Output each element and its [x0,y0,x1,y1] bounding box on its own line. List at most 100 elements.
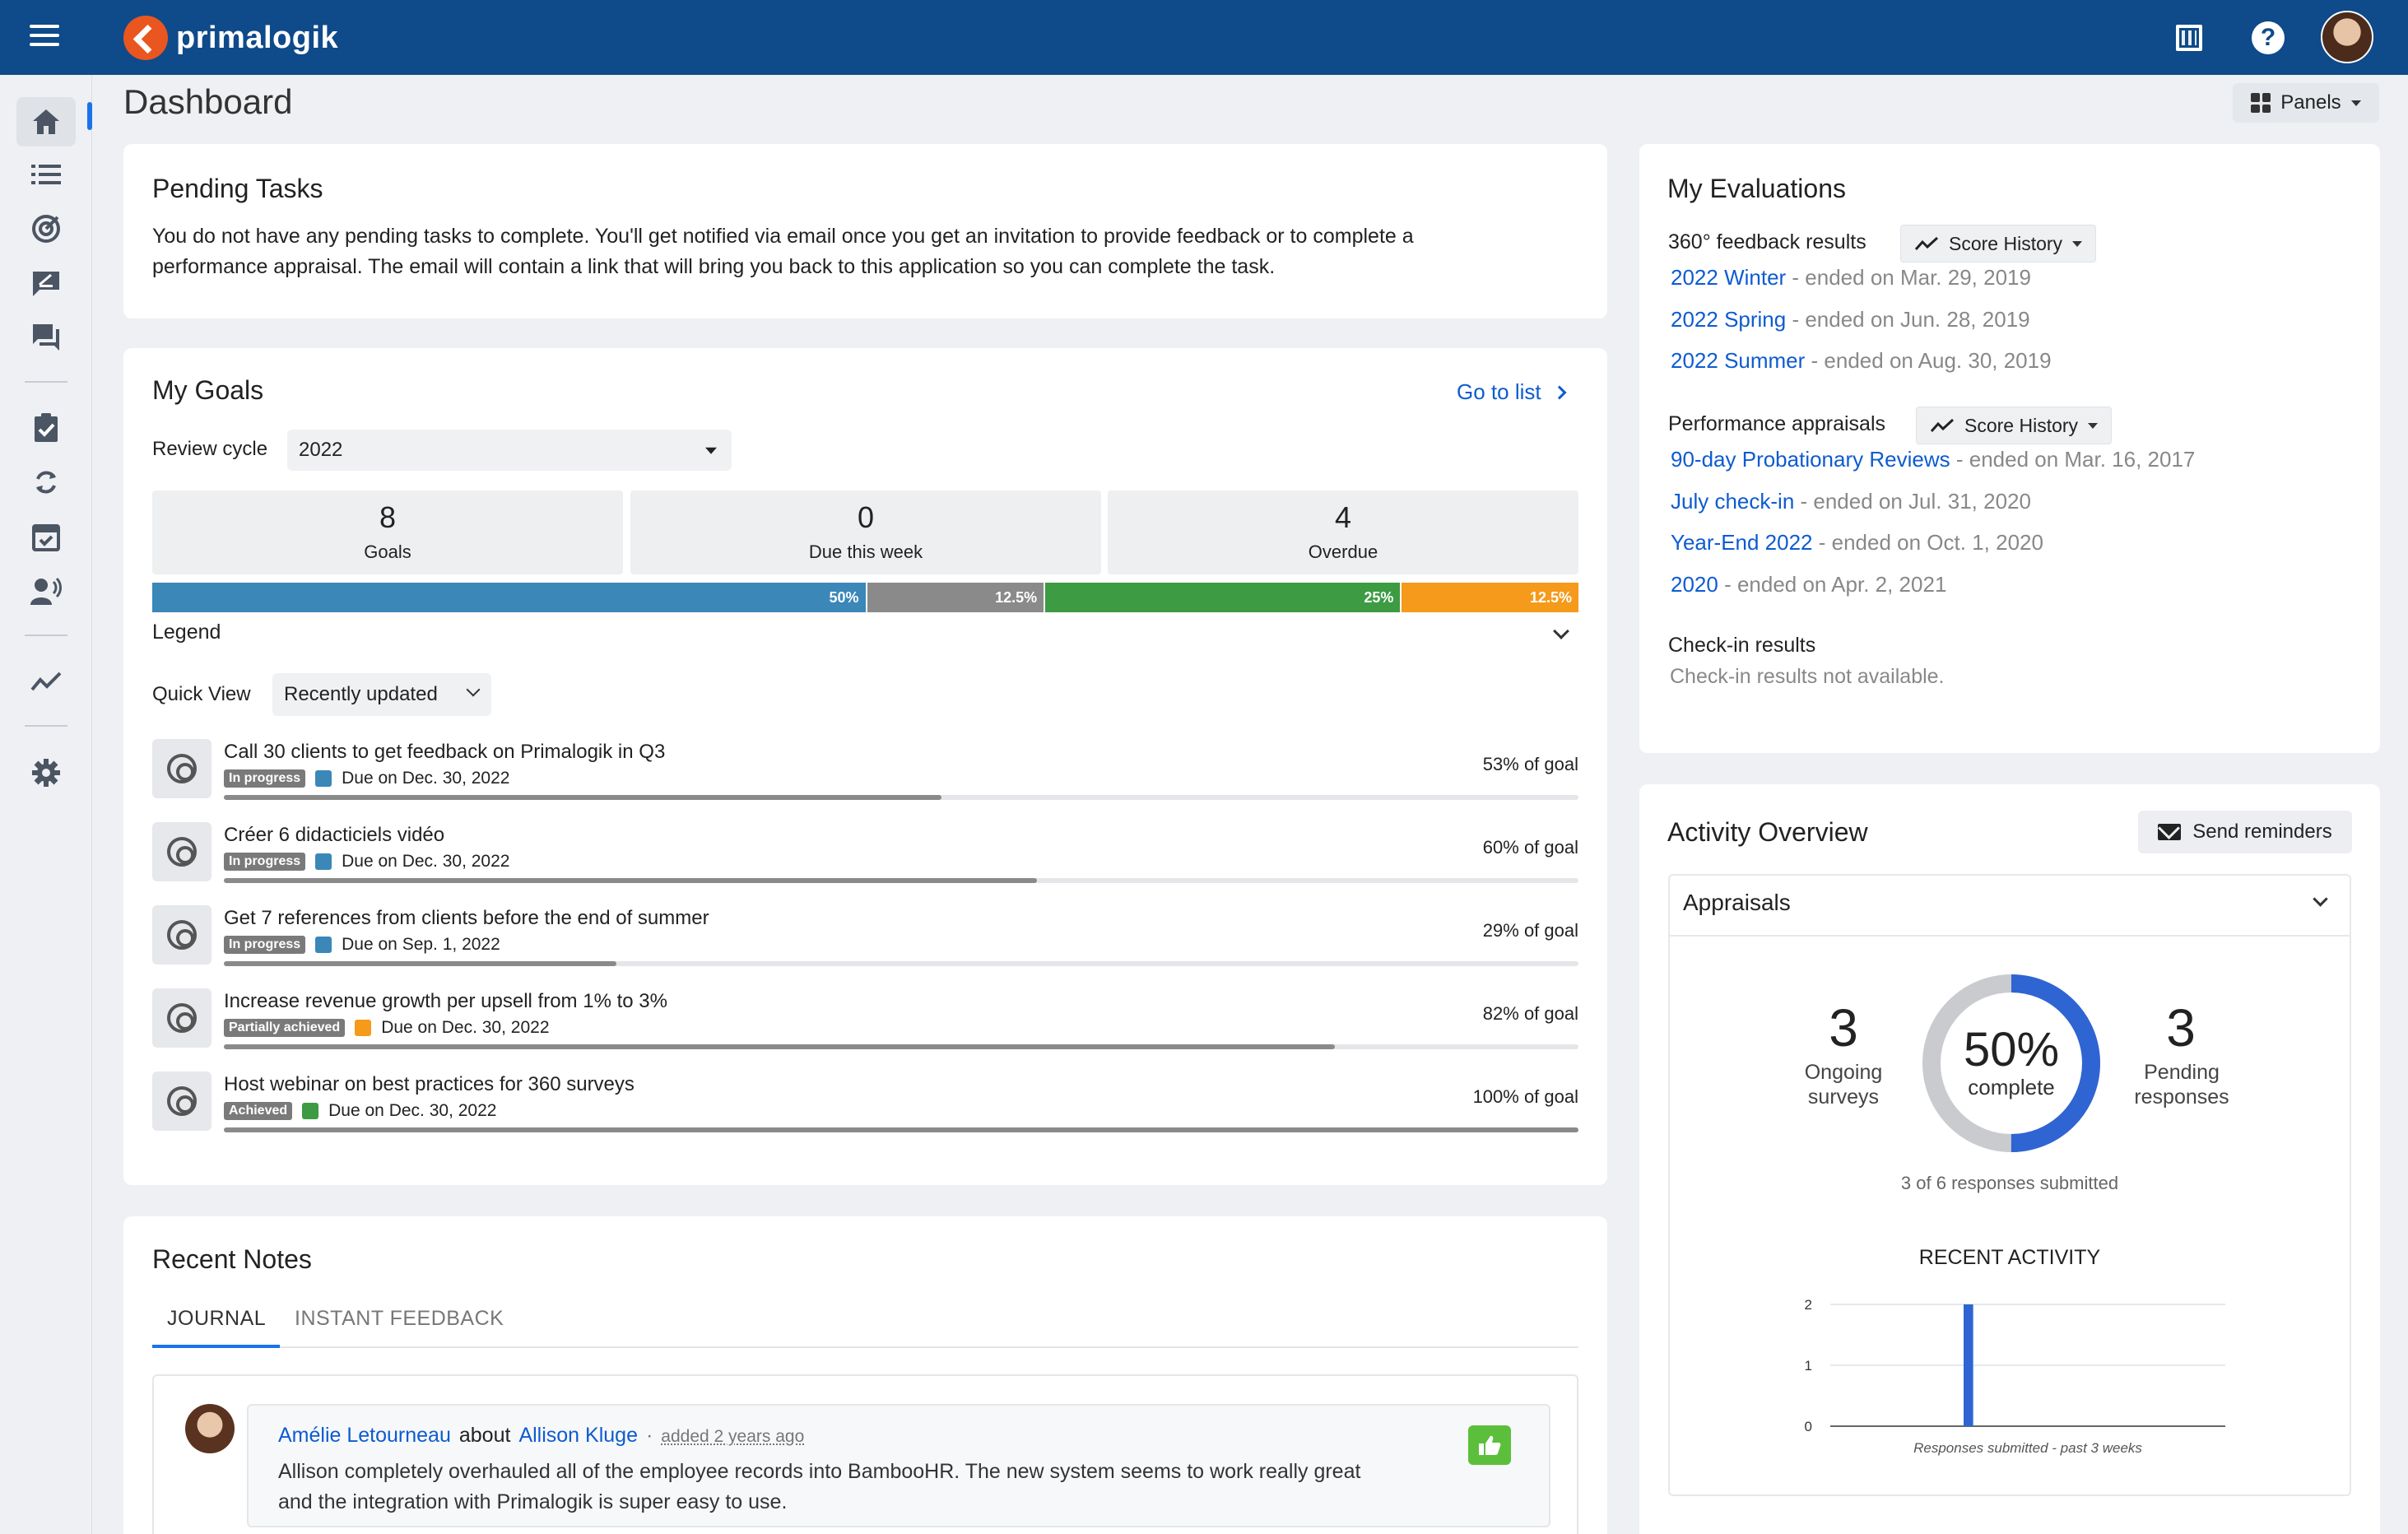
goal-row[interactable]: Increase revenue growth per upsell from … [152,988,1578,1051]
nav-feedback-icon[interactable] [16,258,76,308]
evaluation-item: 2020 - ended on Apr. 2, 2021 [1671,572,1946,597]
goal-progress-fill [224,878,1037,883]
pending-tasks-title: Pending Tasks [152,174,323,203]
nav-home-icon[interactable] [16,97,76,146]
review-cycle-value: 2022 [299,439,343,461]
stat-goals: 8 Goals [152,490,623,574]
envelope-icon [2158,824,2182,840]
nav-target-icon[interactable] [16,204,76,253]
review-cycle-select[interactable]: 2022 [287,430,732,471]
nav-gear-icon[interactable] [16,748,76,797]
evaluation-date: - ended on Mar. 29, 2019 [1786,265,2031,290]
chevron-right-icon [1552,385,1567,399]
goal-due-date: Due on Dec. 30, 2022 [381,1018,550,1037]
review-cycle-label: Review cycle [152,438,268,460]
status-color-swatch [355,1020,372,1036]
goal-row[interactable]: Host webinar on best practices for 360 s… [152,1071,1578,1134]
stat-label: Due this week [808,542,923,562]
note-text-line: Allison completely overhauled all of the… [278,1460,1361,1483]
tab-instant-feedback[interactable]: INSTANT FEEDBACK [295,1307,504,1331]
x-axis-label: Responses submitted - past 3 weeks [1913,1440,2142,1456]
page-title: Dashboard [123,82,293,121]
help-icon[interactable]: ? [2252,21,2285,54]
goal-progress-track [224,795,1578,800]
nav-speaker-icon[interactable] [16,566,76,616]
tab-journal[interactable]: JOURNAL [167,1307,266,1331]
nav-sync-icon[interactable] [16,458,76,507]
goal-title[interactable]: Call 30 clients to get feedback on Prima… [224,741,665,764]
goal-title[interactable]: Get 7 references from clients before the… [224,907,709,930]
thumbs-up-icon[interactable] [1468,1425,1511,1465]
nav-clipboard-check-icon[interactable] [16,403,76,453]
status-color-swatch [315,770,332,787]
stat-value: 0 [857,500,875,534]
y-tick-label: 2 [1805,1297,1812,1313]
evaluation-link[interactable]: 2022 Spring [1671,307,1786,332]
panels-button[interactable]: Panels [2233,83,2379,123]
evaluation-link[interactable]: 90-day Probationary Reviews [1671,447,1950,472]
nav-calendar-check-icon[interactable] [16,512,76,561]
quick-view-label: Quick View [152,683,251,705]
score-history-label: Score History [1964,414,2079,436]
brand-name: primalogik [176,20,339,55]
y-tick-label: 1 [1805,1358,1812,1374]
side-nav [0,75,92,1534]
score-history-button[interactable]: Score History [1916,407,2113,444]
user-avatar[interactable] [2321,11,2373,63]
goal-percent: 82% of goal [1482,1003,1578,1024]
status-badge: In progress [224,769,306,788]
stat-label: Goals [364,542,411,562]
pending-responses-count: 3 [2166,998,2196,1058]
evaluation-link[interactable]: Year-End 2022 [1671,530,1813,555]
goal-meta: In progress Due on Dec. 30, 2022 [224,769,509,788]
feedback-results-label: 360° feedback results [1668,230,1866,253]
evaluation-item: 2022 Summer - ended on Aug. 30, 2019 [1671,348,2052,374]
send-reminders-label: Send reminders [2192,820,2332,843]
go-to-list-link[interactable]: Go to list [1457,379,1567,405]
avatar[interactable] [185,1404,235,1453]
label-line: Pending [2144,1061,2220,1084]
evaluation-link[interactable]: 2022 Summer [1671,348,1805,373]
goal-title[interactable]: Host webinar on best practices for 360 s… [224,1073,635,1096]
recent-activity-title: RECENT ACTIVITY [1918,1246,2101,1269]
note-author-link[interactable]: Amélie Letourneau [278,1424,451,1448]
nav-chat-icon[interactable] [16,313,76,362]
goal-progress-track [224,1127,1578,1132]
evaluation-link[interactable]: 2020 [1671,572,1718,597]
my-goals-title: My Goals [152,375,264,405]
goal-due-date: Due on Dec. 30, 2022 [342,769,510,788]
status-bar-segment: 12.5% [1400,583,1578,612]
goal-progress-fill [224,1044,1335,1049]
evaluation-link[interactable]: July check-in [1671,489,1794,514]
quick-view-select[interactable]: Recently updated [272,673,491,716]
goal-title[interactable]: Créer 6 didacticiels vidéo [224,824,444,847]
goal-due-date: Due on Dec. 30, 2022 [342,852,510,871]
menu-icon[interactable] [30,25,59,49]
evaluation-item: 2022 Winter - ended on Mar. 29, 2019 [1671,265,2031,291]
goal-due-date: Due on Sep. 1, 2022 [342,935,500,954]
notes-tabs: JOURNAL INSTANT FEEDBACK [152,1297,1578,1348]
goal-progress-track [224,878,1578,883]
goal-meta: Partially achieved Due on Dec. 30, 2022 [224,1018,550,1038]
goal-meta: Achieved Due on Dec. 30, 2022 [224,1101,496,1121]
evaluation-link[interactable]: 2022 Winter [1671,265,1786,290]
appraisals-accordion-header[interactable]: Appraisals [1668,874,2351,937]
chevron-down-icon [2313,891,2328,907]
note-subject-link[interactable]: Allison Kluge [518,1424,638,1448]
send-reminders-button[interactable]: Send reminders [2138,811,2352,853]
goal-row[interactable]: Call 30 clients to get feedback on Prima… [152,739,1578,802]
logo-mark [123,16,168,60]
goal-row[interactable]: Créer 6 didacticiels vidéo In progress Due… [152,822,1578,885]
nav-list-icon[interactable] [16,150,76,199]
goal-percent: 29% of goal [1482,920,1578,941]
score-history-button[interactable]: Score History [1900,225,2097,263]
goal-row[interactable]: Get 7 references from clients before the… [152,905,1578,968]
brand-logo[interactable]: primalogik [123,15,338,61]
stat-overdue: 4 Overdue [1108,490,1578,574]
building-icon[interactable] [2173,21,2206,54]
nav-trend-icon[interactable] [16,658,76,707]
nav-divider [25,381,67,383]
goal-meta: In progress Due on Sep. 1, 2022 [224,935,500,955]
goal-title[interactable]: Increase revenue growth per upsell from … [224,990,667,1013]
legend-label[interactable]: Legend [152,621,221,644]
